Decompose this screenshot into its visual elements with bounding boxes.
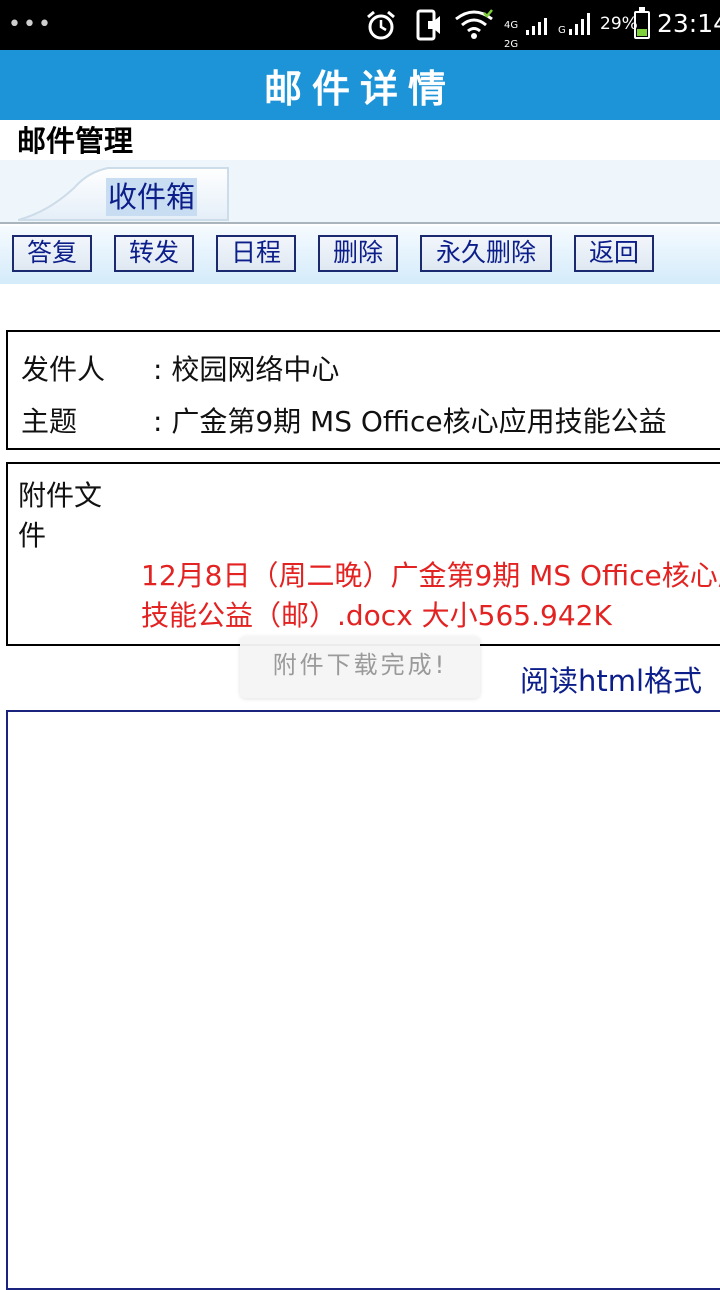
subject-value: : 广金第9期 MS Office核心应用技能公益 xyxy=(153,405,667,438)
forward-button[interactable]: 转发 xyxy=(114,235,194,272)
section-heading: 邮件管理 xyxy=(17,124,134,158)
delete-button[interactable]: 删除 xyxy=(318,235,398,272)
sender-row: 发件人 : 校园网络中心 xyxy=(21,348,339,388)
phone-silent-icon xyxy=(416,9,440,41)
sender-value: : 校园网络中心 xyxy=(153,353,340,386)
battery-icon xyxy=(634,7,650,39)
tab-inbox[interactable]: 收件箱 xyxy=(106,178,198,216)
schedule-button[interactable]: 日程 xyxy=(216,235,296,272)
read-html-link[interactable]: 阅读html格式 xyxy=(520,658,702,700)
reply-button[interactable]: 答复 xyxy=(12,235,92,272)
download-complete-toast: 附件下载完成! xyxy=(240,636,480,698)
battery-percent: 29% xyxy=(600,14,638,34)
title-bar: 邮件详情 xyxy=(0,50,720,120)
back-button[interactable]: 返回 xyxy=(574,235,654,272)
subject-label: 主题 xyxy=(21,405,78,438)
attachment-link[interactable]: 12月8日（周二晚）广金第9期 MS Office核心应用技能公益（邮）.doc… xyxy=(141,556,720,636)
permanent-delete-button[interactable]: 永久删除 xyxy=(420,235,552,272)
clock: 23:14 xyxy=(657,9,720,38)
toolbar: 答复 转发 日程 删除 永久删除 返回 xyxy=(0,226,720,284)
network-type-label: 4G 2G xyxy=(504,20,519,50)
network-g-label: G xyxy=(558,25,566,36)
mail-header-box: 发件人 : 校园网络中心 主题 : 广金第9期 MS Office核心应用技能公益 xyxy=(6,330,720,450)
mail-body-frame[interactable] xyxy=(6,710,720,1290)
attachment-label: 附件文件 xyxy=(18,479,103,552)
wifi-icon xyxy=(455,9,493,39)
page-title: 邮件详情 xyxy=(263,66,456,111)
alarm-icon xyxy=(367,10,395,40)
sender-label: 发件人 xyxy=(21,353,106,386)
overflow-dots-icon: ••• xyxy=(8,12,53,37)
status-bar: ••• 4G 2G G 29% 23:14 xyxy=(0,0,720,50)
subject-row: 主题 : 广金第9期 MS Office核心应用技能公益 xyxy=(21,400,667,440)
signal-icon xyxy=(526,18,547,35)
attachment-box: 附件文件 12月8日（周二晚）广金第9期 MS Office核心应用技能公益（邮… xyxy=(6,462,720,646)
signal-icon-2 xyxy=(569,13,590,35)
battery-level-fill xyxy=(637,29,647,36)
